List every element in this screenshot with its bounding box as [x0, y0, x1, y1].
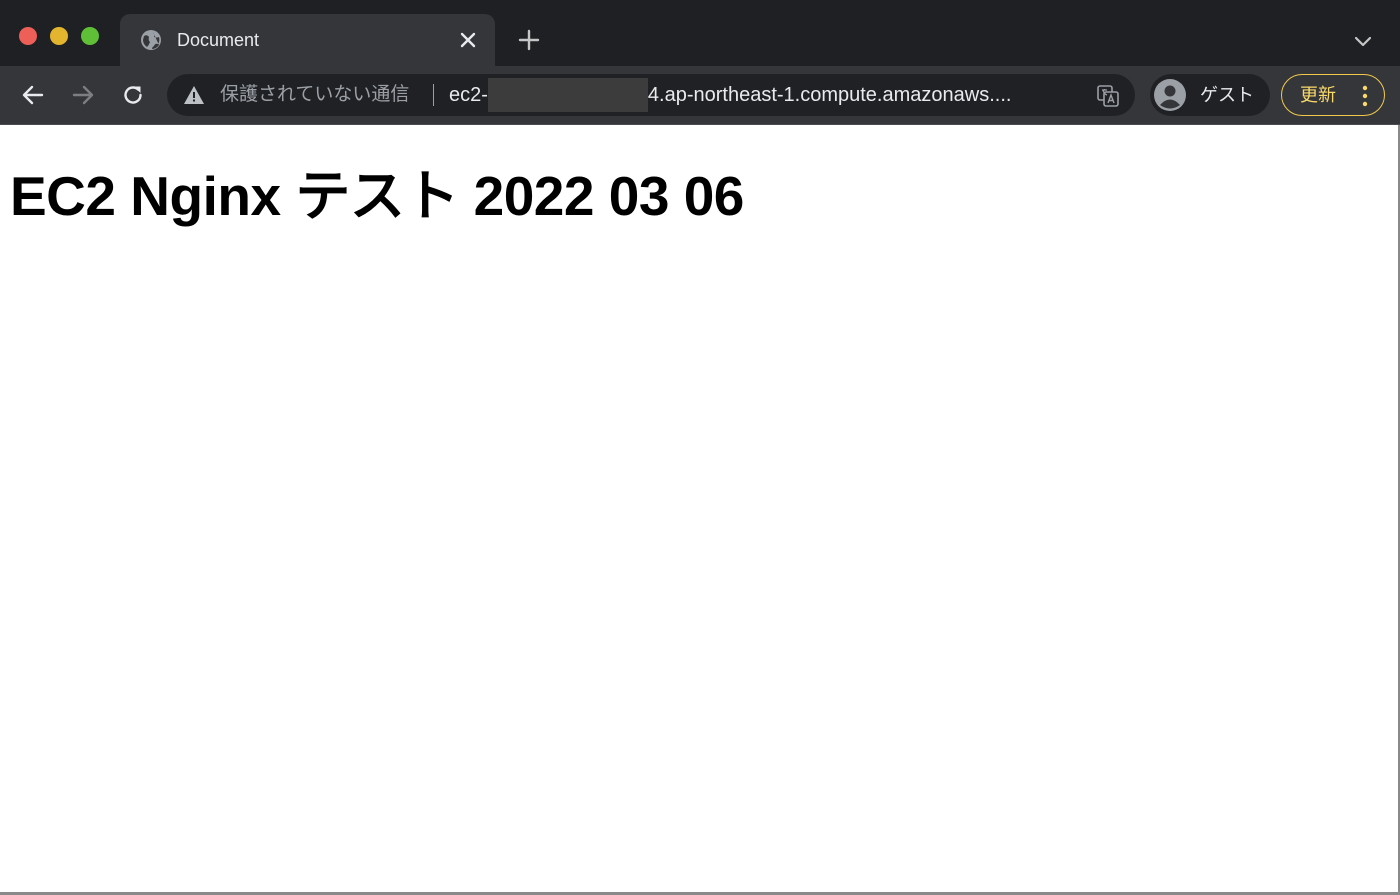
tab-strip: Document [0, 0, 1400, 66]
profile-label: ゲスト [1200, 85, 1254, 105]
update-label: 更新 [1300, 85, 1336, 105]
security-status-text: 保護されていない通信 [220, 84, 410, 105]
window-maximize-button[interactable] [81, 27, 99, 45]
tab-title: Document [177, 30, 260, 50]
browser-toolbar: 保護されていない通信 ec2- 4.ap-northeast-1.compute.… [0, 66, 1400, 125]
page-heading: EC2 Nginx テスト 2022 03 06 [10, 165, 744, 227]
profile-button[interactable]: ゲスト [1150, 74, 1270, 116]
address-bar[interactable]: 保護されていない通信 ec2- 4.ap-northeast-1.compute.… [167, 74, 1135, 116]
url-prefix: ec2- [449, 84, 488, 106]
window-minimize-button[interactable] [50, 27, 68, 45]
page-content: EC2 Nginx テスト 2022 03 06 [0, 125, 1400, 895]
update-button[interactable]: 更新 [1281, 74, 1385, 116]
url-suffix: 4.ap-northeast-1.compute.amazonaws.... [647, 84, 1012, 106]
person-avatar-icon [1154, 79, 1186, 111]
redacted-region [487, 78, 648, 112]
arrow-left-icon[interactable] [20, 82, 46, 108]
browser-window: Document 保護されていない通信 ec2- 4.ap-northeast-… [0, 0, 1400, 895]
omnibox-divider [433, 84, 434, 106]
chevron-down-icon[interactable] [1352, 30, 1374, 52]
plus-icon[interactable] [517, 28, 541, 52]
kebab-menu-icon[interactable] [1360, 84, 1370, 108]
translate-icon[interactable] [1096, 84, 1120, 108]
url-text: ec2- 4.ap-northeast-1.compute.amazonaws..… [449, 78, 1012, 112]
tab-document[interactable]: Document [120, 14, 495, 66]
globe-icon [141, 30, 161, 50]
close-icon[interactable] [458, 30, 478, 50]
reload-icon[interactable] [120, 82, 146, 108]
arrow-right-icon[interactable] [70, 82, 96, 108]
window-close-button[interactable] [19, 27, 37, 45]
warning-triangle-icon[interactable] [183, 84, 205, 106]
